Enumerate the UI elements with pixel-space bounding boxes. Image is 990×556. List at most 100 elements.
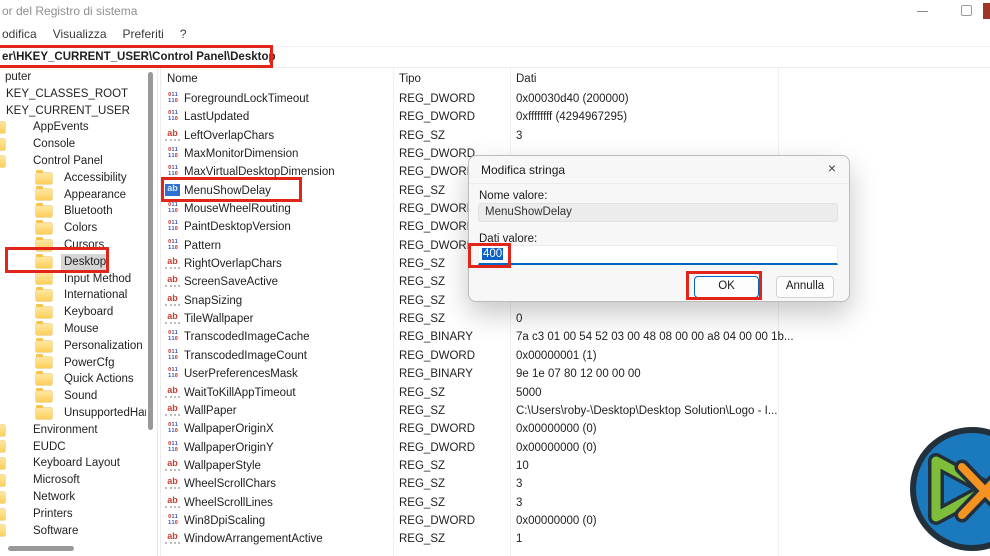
column-header-nome[interactable]: Nome xyxy=(167,68,198,90)
dword-icon: 011110 xyxy=(165,514,181,526)
registry-value-row[interactable]: ab 011110 LastUpdated REG_DWORD 0xffffff… xyxy=(161,108,990,126)
tree-item[interactable]: puter xyxy=(0,69,146,86)
value-data: 0x00030d40 (200000) xyxy=(516,90,629,108)
tree-item[interactable]: Input Method xyxy=(0,271,146,288)
registry-value-row[interactable]: ab 011110 TranscodedImageCount REG_DWORD… xyxy=(161,347,990,365)
tree-item-label: Cursors xyxy=(61,237,107,254)
cancel-button[interactable]: Annulla xyxy=(776,276,834,298)
pane-splitter[interactable] xyxy=(157,69,158,556)
column-header-dati[interactable]: Dati xyxy=(516,68,536,90)
tree-item[interactable]: Personalization xyxy=(0,338,146,355)
tree-item[interactable]: International xyxy=(0,287,146,304)
tree-item[interactable]: AppEvents xyxy=(0,119,146,136)
value-type: REG_DWORD xyxy=(399,108,475,126)
tree-item[interactable]: EUDC xyxy=(0,439,146,456)
value-name: PaintDesktopVersion xyxy=(184,218,291,236)
value-data-input[interactable]: 400 xyxy=(478,245,838,265)
menu-item[interactable]: Preferiti xyxy=(121,25,172,45)
tree-item-label: Accessibility xyxy=(61,170,130,187)
tree-item-label: KEY_CLASSES_ROOT xyxy=(3,86,131,103)
tree-item[interactable]: KEY_CLASSES_ROOT xyxy=(0,86,146,103)
tree-item[interactable]: Sound xyxy=(0,388,146,405)
value-type: REG_DWORD xyxy=(399,163,475,181)
tree-item[interactable]: Quick Actions xyxy=(0,371,146,388)
value-type-icon: ab 011110 xyxy=(165,147,181,161)
tree-item[interactable]: Desktop xyxy=(0,254,146,271)
tree-item[interactable]: Keyboard Layout xyxy=(0,455,146,472)
folder-icon xyxy=(36,189,52,200)
folder-icon xyxy=(36,357,52,368)
folder-icon xyxy=(0,492,5,503)
tree-item[interactable]: PowerCfg xyxy=(0,355,146,372)
registry-value-row[interactable]: ab 011110 TranscodedImageCache REG_BINAR… xyxy=(161,328,990,346)
menu-item[interactable]: odifica xyxy=(0,25,45,45)
value-name: Win8DpiScaling xyxy=(184,512,265,530)
tree-item-label: Microsoft xyxy=(30,472,83,489)
tree-item[interactable]: Bluetooth xyxy=(0,203,146,220)
tree-item-label: Bluetooth xyxy=(61,203,116,220)
close-icon[interactable] xyxy=(983,3,990,19)
tree-item-label: Printers xyxy=(30,506,76,523)
value-type: REG_SZ xyxy=(399,402,445,420)
ok-button[interactable]: OK xyxy=(694,276,759,298)
window-title: or del Registro di sistema xyxy=(2,4,137,18)
value-type-icon: ab 011110 xyxy=(165,330,181,344)
tree-item[interactable]: Control Panel xyxy=(0,153,146,170)
tree-item[interactable]: Console xyxy=(0,136,146,153)
registry-value-row[interactable]: ab 011110 LeftOverlapChars REG_SZ 3 xyxy=(161,127,990,145)
value-type: REG_SZ xyxy=(399,457,445,475)
registry-value-row[interactable]: ab 011110 WallpaperOriginY REG_DWORD 0x0… xyxy=(161,439,990,457)
registry-value-row[interactable]: ab 011110 WallpaperOriginX REG_DWORD 0x0… xyxy=(161,420,990,438)
tree-item[interactable]: UnsupportedHardwareNotificationCache xyxy=(0,405,146,422)
tree-item[interactable]: Printers xyxy=(0,506,146,523)
value-name: UserPreferencesMask xyxy=(184,365,298,383)
registry-value-row[interactable]: ab 011110 ForegroundLockTimeout REG_DWOR… xyxy=(161,90,990,108)
value-data: 7a c3 01 00 54 52 03 00 48 08 00 00 a8 0… xyxy=(516,328,794,346)
registry-value-row[interactable]: ab 011110 Win8DpiScaling REG_DWORD 0x000… xyxy=(161,512,990,530)
dword-icon: 011110 xyxy=(165,92,181,104)
value-data: 3 xyxy=(516,127,522,145)
dword-icon: 011110 xyxy=(165,202,181,214)
registry-value-row[interactable]: ab 011110 WallPaper REG_SZ C:\Users\roby… xyxy=(161,402,990,420)
folder-icon xyxy=(0,509,5,520)
address-bar[interactable]: er\HKEY_CURRENT_USER\Control Panel\Deskt… xyxy=(0,46,990,68)
tree-item[interactable]: Appearance xyxy=(0,187,146,204)
tree-item[interactable]: Cursors xyxy=(0,237,146,254)
folder-icon xyxy=(36,324,52,335)
registry-value-row[interactable]: ab 011110 TileWallpaper REG_SZ 0 xyxy=(161,310,990,328)
tree-item-label: Quick Actions xyxy=(61,371,137,388)
tree-item[interactable]: KEY_CURRENT_USER xyxy=(0,103,146,120)
value-data: 0x00000000 (0) xyxy=(516,512,597,530)
value-type: REG_DWORD xyxy=(399,512,475,530)
tree-item-label: Sound xyxy=(61,388,100,405)
registry-value-row[interactable]: ab 011110 WaitToKillAppTimeout REG_SZ 50… xyxy=(161,384,990,402)
tree-item[interactable]: Software xyxy=(0,523,146,540)
registry-value-row[interactable]: ab 011110 WindowArrangementActive REG_SZ… xyxy=(161,530,990,548)
value-type-icon: ab 011110 xyxy=(165,220,181,234)
tree-item-label: Input Method xyxy=(61,271,134,288)
registry-value-row[interactable]: ab 011110 WheelScrollLines REG_SZ 3 xyxy=(161,494,990,512)
minimize-icon[interactable] xyxy=(917,11,928,12)
tree-item[interactable]: Network xyxy=(0,489,146,506)
value-name: LeftOverlapChars xyxy=(184,127,274,145)
folder-icon xyxy=(0,139,5,150)
folder-icon xyxy=(0,122,5,133)
menu-item[interactable]: Visualizza xyxy=(51,25,115,45)
tree-horizontal-scrollbar[interactable] xyxy=(8,546,74,551)
dialog-close-icon[interactable]: × xyxy=(828,160,836,176)
tree-item[interactable]: Microsoft xyxy=(0,472,146,489)
string-icon: ab xyxy=(165,477,180,489)
maximize-icon[interactable] xyxy=(961,5,972,16)
tree-item[interactable]: Mouse xyxy=(0,321,146,338)
registry-value-row[interactable]: ab 011110 UserPreferencesMask REG_BINARY… xyxy=(161,365,990,383)
registry-value-row[interactable]: ab 011110 WallpaperStyle REG_SZ 10 xyxy=(161,457,990,475)
tree-item-label: Keyboard Layout xyxy=(30,455,123,472)
menu-item[interactable]: ? xyxy=(178,25,195,45)
tree-item[interactable]: Keyboard xyxy=(0,304,146,321)
tree-vertical-scrollbar[interactable] xyxy=(148,72,153,430)
column-header-tipo[interactable]: Tipo xyxy=(399,68,421,90)
tree-item[interactable]: Accessibility xyxy=(0,170,146,187)
registry-value-row[interactable]: ab 011110 WheelScrollChars REG_SZ 3 xyxy=(161,475,990,493)
tree-item[interactable]: Colors xyxy=(0,220,146,237)
tree-item[interactable]: Environment xyxy=(0,422,146,439)
